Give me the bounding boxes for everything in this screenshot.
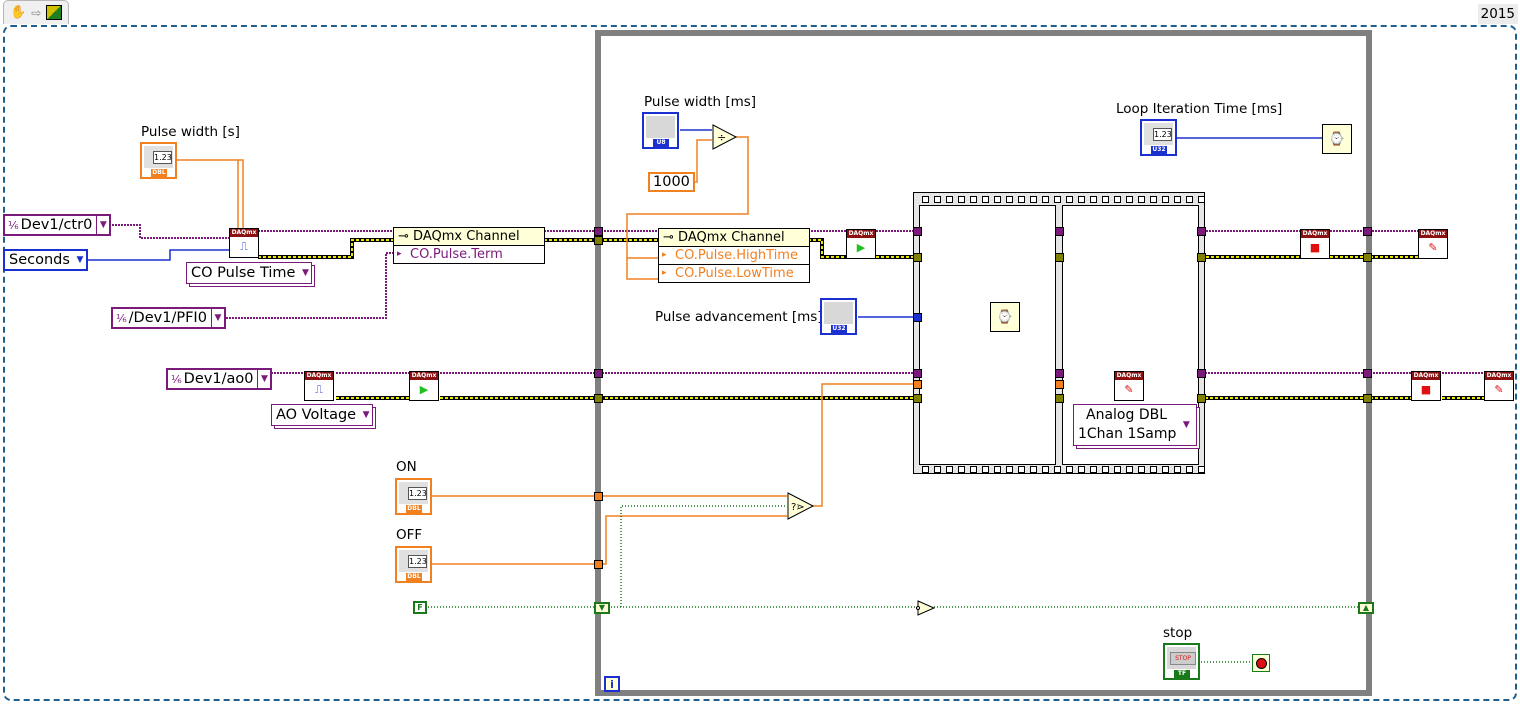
toolbar-tab: ✋ ⇨ <box>3 0 69 24</box>
property-node-icon: ⊸ <box>663 230 679 245</box>
io-name-icon: ⅙ <box>8 218 19 232</box>
dropdown-arrow-icon[interactable]: ▼ <box>96 216 109 234</box>
io-name-icon: ⅙ <box>116 311 127 325</box>
select-node[interactable]: ?⋗ <box>787 492 815 520</box>
daqmx-channel-property-node-hightime[interactable]: ⊸ DAQmx Channel CO.Pulse.HighTime CO.Pul… <box>658 228 810 283</box>
error-tunnel <box>594 236 603 245</box>
ao-channel-constant[interactable]: ⅙ Dev1/ao0 ▼ <box>166 368 273 390</box>
daqmx-clear-task-co[interactable]: DAQmx ✎ <box>1418 229 1448 259</box>
stop-label: stop <box>1163 625 1193 641</box>
daqmx-start-task-ao[interactable]: DAQmx ▶ <box>409 371 439 401</box>
pfi-terminal-constant[interactable]: ⅙ /Dev1/PFI0 ▼ <box>111 307 226 329</box>
off-control[interactable]: 1.23 DBL <box>395 546 432 583</box>
pulse-width-ms-label: Pulse width [ms] <box>644 94 757 110</box>
hand-tool-icon[interactable]: ✋ <box>10 5 26 20</box>
task-tunnel <box>1197 227 1206 236</box>
daqmx-create-channel-ao[interactable]: DAQmx ⎍ <box>304 371 334 401</box>
task-tunnel <box>1197 369 1206 378</box>
error-tunnel <box>1197 253 1206 262</box>
property-co-pulse-hightime[interactable]: CO.Pulse.HighTime <box>659 247 809 265</box>
version-label: 2015 <box>1477 4 1518 24</box>
arrow-icon[interactable]: ⇨ <box>31 6 41 20</box>
daqmx-start-task-co[interactable]: DAQmx ▶ <box>846 229 876 259</box>
pulse-width-ms-slider[interactable]: U8 <box>642 112 679 149</box>
property-co-pulse-lowtime[interactable]: CO.Pulse.LowTime <box>659 265 809 282</box>
svg-text:?⋗: ?⋗ <box>791 502 805 513</box>
task-tunnel <box>1363 369 1372 378</box>
numeric-tunnel <box>594 560 603 569</box>
task-tunnel <box>594 227 603 236</box>
task-tunnel <box>594 369 603 378</box>
ao-create-type-selector[interactable]: AO Voltage ▼ <box>271 404 374 426</box>
shift-register-right: ▲ <box>1358 602 1374 614</box>
numeric-tunnel <box>1055 380 1064 389</box>
daqmx-stop-task-co[interactable]: DAQmx ■ <box>1300 229 1330 259</box>
on-label: ON <box>396 459 417 475</box>
property-co-pulse-term[interactable]: CO.Pulse.Term <box>394 246 544 263</box>
task-tunnel <box>913 227 922 236</box>
error-tunnel <box>913 253 922 262</box>
wait-ms-icon[interactable]: ⌚ <box>990 302 1020 332</box>
dropdown-arrow-icon[interactable]: ▼ <box>360 405 372 425</box>
co-create-type-selector[interactable]: CO Pulse Time ▼ <box>186 262 313 284</box>
not-node[interactable] <box>916 600 936 616</box>
on-control[interactable]: 1.23 DBL <box>395 478 432 515</box>
write-type-selector[interactable]: Analog DBL 1Chan 1Samp ▼ <box>1073 404 1198 446</box>
constant-1000[interactable]: 1000 <box>648 172 695 192</box>
loop-condition-terminal[interactable] <box>1252 654 1270 672</box>
stop-icon <box>1255 657 1267 669</box>
numeric-tunnel <box>594 492 603 501</box>
daqmx-stop-task-ao[interactable]: DAQmx ■ <box>1411 371 1441 401</box>
dropdown-arrow-icon[interactable]: ▼ <box>74 251 86 269</box>
task-tunnel <box>913 369 922 378</box>
film-strip-bottom <box>922 466 1205 473</box>
units-constant[interactable]: Seconds ▼ <box>3 249 88 271</box>
loop-iteration-time-control[interactable]: 1.23 U32 <box>1140 119 1177 156</box>
loop-iteration-time-label: Loop Iteration Time [ms] <box>1116 101 1283 117</box>
divide-node[interactable]: ÷ <box>712 124 738 150</box>
dropdown-arrow-icon[interactable]: ▼ <box>299 263 311 283</box>
daqmx-channel-property-node-term[interactable]: ⊸ DAQmx Channel CO.Pulse.Term <box>393 227 545 264</box>
daqmx-create-channel-co[interactable]: DAQmx ⎍ <box>229 228 259 258</box>
io-name-icon: ⅙ <box>171 372 182 386</box>
film-strip-top <box>922 196 1205 203</box>
false-constant[interactable]: F <box>413 601 427 614</box>
stop-button-control[interactable]: STOP TF <box>1163 643 1200 680</box>
dropdown-arrow-icon[interactable]: ▼ <box>210 309 224 327</box>
numeric-tunnel <box>913 380 922 389</box>
pulse-width-s-label: Pulse width [s] <box>141 124 240 140</box>
dropdown-arrow-icon[interactable]: ▼ <box>1180 405 1192 445</box>
error-tunnel <box>1197 394 1206 403</box>
daqmx-write[interactable]: DAQmx ✎ <box>1114 371 1144 401</box>
error-tunnel <box>1363 394 1372 403</box>
error-tunnel <box>1363 253 1372 262</box>
pulse-advancement-slider[interactable]: U32 <box>820 298 857 335</box>
error-tunnel <box>594 394 603 403</box>
dropdown-arrow-icon[interactable]: ▼ <box>257 370 270 388</box>
shift-register-left: ▼ <box>594 602 610 614</box>
error-tunnel <box>1055 394 1064 403</box>
daqmx-clear-task-ao[interactable]: DAQmx ✎ <box>1484 371 1514 401</box>
off-label: OFF <box>396 527 423 543</box>
iteration-terminal: i <box>604 676 620 692</box>
task-tunnel <box>1055 369 1064 378</box>
svg-text:÷: ÷ <box>717 131 726 144</box>
task-tunnel <box>1055 227 1064 236</box>
wait-ms-icon[interactable]: ⌚ <box>1322 124 1352 154</box>
sequence-frame-1 <box>919 205 1056 465</box>
labview-vi-icon[interactable] <box>46 5 63 20</box>
error-tunnel <box>1055 253 1064 262</box>
property-node-icon: ⊸ <box>398 229 414 244</box>
error-tunnel <box>913 394 922 403</box>
task-tunnel <box>1363 227 1372 236</box>
counter-channel-constant[interactable]: ⅙ Dev1/ctr0 ▼ <box>3 214 112 236</box>
integer-tunnel <box>913 313 922 322</box>
pulse-width-s-control[interactable]: 1.23 DBL <box>140 142 177 179</box>
pulse-advancement-label: Pulse advancement [ms] <box>655 309 823 325</box>
